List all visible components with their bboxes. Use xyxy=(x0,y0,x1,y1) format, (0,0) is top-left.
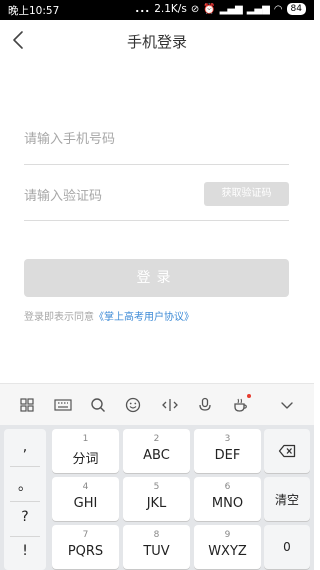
key-label: WXYZ xyxy=(208,544,247,559)
agreement-link[interactable]: 《掌上高考用户协议》 xyxy=(94,312,194,323)
key-number: 2 xyxy=(153,434,160,444)
code-placeholder: 请输入验证码 xyxy=(24,189,103,204)
status-icons: ... 2.1K/s ⊘ ⏰ ▂▄▆ ▂▄▆ ◠ 84 xyxy=(135,3,306,15)
key-label: TUV xyxy=(143,544,170,559)
agreement-text: 登录即表示同意《掌上高考用户协议》 xyxy=(24,308,194,323)
exclamation-key[interactable]: ! xyxy=(4,543,46,559)
wifi-icon: ◠ xyxy=(273,3,283,15)
phone-field[interactable]: 请输入手机号码 xyxy=(24,120,289,165)
status-dots: ... xyxy=(135,3,151,15)
skin-icon[interactable] xyxy=(228,393,252,417)
comma-key[interactable]: , xyxy=(4,439,46,455)
key-number: 8 xyxy=(153,530,160,540)
backspace-icon xyxy=(278,444,296,458)
page-title: 手机登录 xyxy=(126,33,187,51)
divider xyxy=(10,536,40,537)
status-bar: 晚上10:57 ... 2.1K/s ⊘ ⏰ ▂▄▆ ▂▄▆ ◠ 84 xyxy=(0,0,314,20)
key-number: 4 xyxy=(82,482,89,492)
key-number: 6 xyxy=(224,482,231,492)
clear-key[interactable]: 清空 xyxy=(264,477,310,521)
key-5[interactable]: 5 JKL xyxy=(123,477,190,521)
get-code-button[interactable]: 获取验证码 xyxy=(204,182,289,206)
key-number: 3 xyxy=(224,434,231,444)
key-number: 1 xyxy=(82,434,89,444)
key-label: DEF xyxy=(214,448,241,463)
collapse-keyboard-icon[interactable] xyxy=(275,393,299,417)
notification-dot xyxy=(247,394,251,398)
key-number: 5 xyxy=(153,482,160,492)
divider xyxy=(10,466,40,467)
key-label: MNO xyxy=(211,496,244,511)
status-time: 晚上10:57 xyxy=(8,5,60,17)
key-label: 分词 xyxy=(72,452,99,467)
key-8[interactable]: 8 TUV xyxy=(123,525,190,569)
key-number: 9 xyxy=(224,530,231,540)
code-field[interactable]: 请输入验证码 获取验证码 xyxy=(24,174,289,221)
punctuation-column: , 。 ? ! xyxy=(4,429,46,570)
login-button[interactable]: 登录 xyxy=(24,259,289,297)
voice-icon[interactable] xyxy=(193,393,217,417)
key-label: JKL xyxy=(146,496,167,511)
battery-icon: 84 xyxy=(286,3,306,15)
key-number: 7 xyxy=(82,530,89,540)
divider xyxy=(10,501,40,502)
alarm-icon: ⏰ xyxy=(203,3,216,15)
search-icon[interactable] xyxy=(86,393,110,417)
emoji-icon[interactable] xyxy=(121,393,145,417)
key-3[interactable]: 3 DEF xyxy=(194,429,261,473)
grid-menu-icon[interactable] xyxy=(15,393,39,417)
period-key[interactable]: 。 xyxy=(4,475,46,495)
key-2[interactable]: 2 ABC xyxy=(123,429,190,473)
key-label: ABC xyxy=(143,448,170,463)
keyboard-toolbar xyxy=(0,383,314,425)
key-9[interactable]: 9 WXYZ xyxy=(194,525,261,569)
signal-2-icon: ▂▄▆ xyxy=(246,3,270,15)
keyboard: , 。 ? ! 1 分词 2 ABC 3 DEF 4 GHI 5 JKL 6 M… xyxy=(0,425,314,570)
key-label: PQRS xyxy=(67,544,104,559)
zero-key[interactable]: 0 xyxy=(264,525,310,569)
key-4[interactable]: 4 GHI xyxy=(52,477,119,521)
phone-placeholder: 请输入手机号码 xyxy=(24,132,116,147)
network-speed: 2.1K/s xyxy=(154,3,187,15)
signal-icon: ▂▄▆ xyxy=(219,3,243,15)
agreement-prefix: 登录即表示同意 xyxy=(24,312,94,323)
key-6[interactable]: 6 MNO xyxy=(194,477,261,521)
keyboard-icon[interactable] xyxy=(51,393,75,417)
do-not-disturb-icon: ⊘ xyxy=(190,3,200,15)
key-7[interactable]: 7 PQRS xyxy=(52,525,119,569)
nav-bar: 手机登录 xyxy=(0,20,314,62)
question-key[interactable]: ? xyxy=(4,509,46,525)
backspace-key[interactable] xyxy=(264,429,310,473)
key-1[interactable]: 1 分词 xyxy=(52,429,119,473)
cursor-move-icon[interactable] xyxy=(158,393,182,417)
key-label: GHI xyxy=(73,496,98,511)
